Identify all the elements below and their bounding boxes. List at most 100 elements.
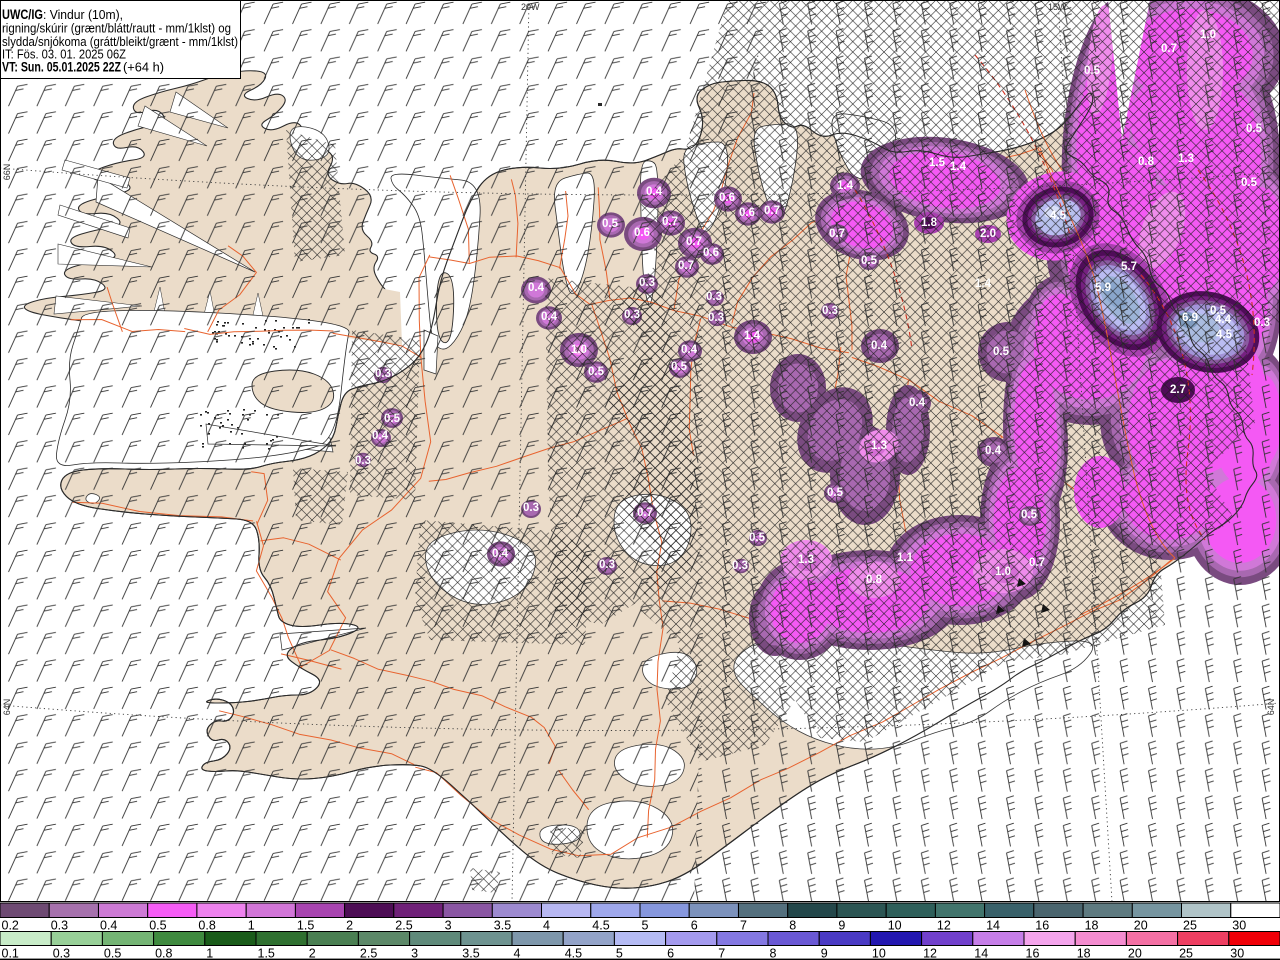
svg-text:6: 6: [667, 947, 674, 960]
svg-text:1.4: 1.4: [837, 180, 854, 192]
svg-text:(+64 h): (+64 h): [123, 60, 164, 75]
svg-text:2.0: 2.0: [980, 228, 996, 240]
svg-text:2.7: 2.7: [1170, 384, 1186, 396]
svg-text:8: 8: [770, 947, 777, 960]
svg-text:0.3: 0.3: [732, 560, 748, 572]
svg-text:66N: 66N: [2, 164, 12, 181]
svg-text:2: 2: [346, 919, 353, 933]
svg-text:2.5: 2.5: [360, 947, 377, 960]
svg-text:9: 9: [838, 919, 845, 933]
svg-text:1.5: 1.5: [258, 947, 275, 960]
svg-text:1.4: 1.4: [744, 330, 761, 342]
svg-text:5: 5: [616, 947, 623, 960]
svg-text:1.0: 1.0: [995, 566, 1011, 578]
svg-text:20: 20: [1128, 947, 1142, 960]
svg-text:0.6: 0.6: [719, 192, 735, 204]
svg-text:0.4: 0.4: [871, 340, 888, 352]
svg-text:0.5: 0.5: [104, 947, 121, 960]
svg-text:1.3: 1.3: [871, 440, 887, 452]
svg-text:25: 25: [1183, 919, 1197, 933]
svg-text:4.5: 4.5: [592, 919, 609, 933]
svg-text:18: 18: [1085, 919, 1099, 933]
svg-text:0.5: 0.5: [749, 532, 766, 544]
svg-text:0.4: 0.4: [372, 430, 389, 442]
svg-text:16: 16: [1035, 919, 1049, 933]
svg-text:3.5: 3.5: [462, 947, 479, 960]
svg-text:9: 9: [821, 947, 828, 960]
svg-text:0.3: 0.3: [822, 305, 838, 317]
svg-text:0.3: 0.3: [624, 309, 640, 321]
svg-text:0.4: 0.4: [492, 548, 509, 560]
svg-text:0.8: 0.8: [1138, 156, 1155, 168]
svg-text:1.8: 1.8: [921, 217, 938, 229]
svg-text:1.4: 1.4: [950, 161, 967, 173]
svg-text:2: 2: [309, 947, 316, 960]
svg-text:30: 30: [1230, 947, 1244, 960]
svg-text:10: 10: [872, 947, 886, 960]
svg-text:25: 25: [1179, 947, 1193, 960]
svg-text:5.7: 5.7: [1121, 261, 1137, 273]
svg-text:0.3: 0.3: [53, 947, 70, 960]
svg-text:1: 1: [248, 919, 255, 933]
svg-text:12: 12: [923, 947, 937, 960]
svg-text:0.7: 0.7: [1029, 557, 1045, 569]
svg-text:0.4: 0.4: [681, 344, 698, 356]
svg-text:0.4: 0.4: [100, 919, 117, 933]
svg-text:12: 12: [937, 919, 951, 933]
svg-text:4: 4: [514, 947, 521, 960]
svg-text:0.5: 0.5: [384, 413, 401, 425]
svg-text:0.7: 0.7: [686, 236, 702, 248]
svg-text:1.5: 1.5: [297, 919, 314, 933]
svg-text:0.3: 0.3: [1254, 317, 1270, 329]
svg-text:0.5: 0.5: [1246, 123, 1263, 135]
svg-text:14: 14: [986, 919, 1000, 933]
svg-text:0.7: 0.7: [829, 228, 845, 240]
svg-text:5.9: 5.9: [1095, 282, 1111, 294]
svg-text:14: 14: [974, 947, 988, 960]
svg-text:4: 4: [543, 919, 550, 933]
svg-text:0.5: 0.5: [602, 218, 619, 230]
svg-text:18: 18: [1077, 947, 1091, 960]
svg-text:5: 5: [642, 919, 649, 933]
svg-text:4.5: 4.5: [1050, 210, 1067, 222]
svg-text:0.8: 0.8: [866, 574, 883, 586]
svg-text:3: 3: [445, 919, 452, 933]
svg-text:0.5: 0.5: [1021, 509, 1038, 521]
svg-text:15W: 15W: [1048, 2, 1067, 12]
svg-text:0.8: 0.8: [198, 919, 215, 933]
svg-text:3: 3: [411, 947, 418, 960]
svg-text:1.4: 1.4: [975, 278, 992, 290]
svg-text:0.1: 0.1: [2, 947, 19, 960]
svg-text:0.4: 0.4: [646, 186, 663, 198]
svg-text:0.4: 0.4: [909, 397, 926, 409]
svg-text:0.3: 0.3: [51, 919, 68, 933]
svg-text:0.4: 0.4: [528, 282, 545, 294]
svg-text:0.8: 0.8: [155, 947, 172, 960]
svg-text:0.6: 0.6: [703, 247, 719, 259]
svg-text:1: 1: [206, 947, 213, 960]
svg-text:20W: 20W: [521, 2, 540, 12]
svg-text:1.1: 1.1: [897, 552, 914, 564]
svg-text:6.9: 6.9: [1182, 312, 1198, 324]
svg-text:0.3: 0.3: [355, 455, 371, 467]
svg-text:0.3: 0.3: [523, 502, 539, 514]
svg-text:VT: Sun. 05.01.2025 22Z: VT: Sun. 05.01.2025 22Z: [2, 60, 121, 75]
svg-text:7: 7: [718, 947, 725, 960]
svg-text:0.5: 0.5: [1084, 65, 1101, 77]
svg-text:0.3: 0.3: [706, 291, 722, 303]
svg-text:1.0: 1.0: [1200, 29, 1216, 41]
svg-text:0.5: 0.5: [1241, 177, 1258, 189]
svg-text:0.4: 0.4: [985, 445, 1002, 457]
svg-text:8: 8: [789, 919, 796, 933]
svg-text:64N: 64N: [2, 699, 12, 716]
svg-text:0.7: 0.7: [764, 205, 780, 217]
svg-text:30: 30: [1232, 919, 1246, 933]
svg-text:0.5: 0.5: [671, 361, 688, 373]
svg-text:0.7: 0.7: [637, 507, 653, 519]
svg-text:0.5: 0.5: [1210, 305, 1227, 317]
svg-text:0.2: 0.2: [2, 919, 19, 933]
svg-text:20: 20: [1134, 919, 1148, 933]
svg-text:0.6: 0.6: [634, 227, 650, 239]
svg-text:0.3: 0.3: [639, 277, 655, 289]
svg-text:4.5: 4.5: [1216, 329, 1233, 341]
